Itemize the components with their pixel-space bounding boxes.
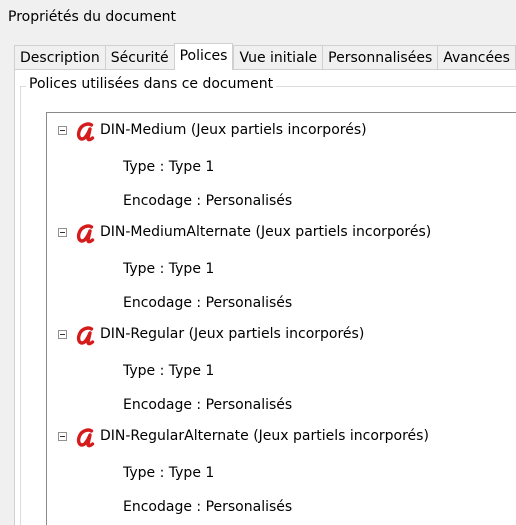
tab-custom[interactable]: Personnalisées (322, 45, 438, 70)
tab-advanced[interactable]: Avancées (437, 45, 516, 70)
font-node[interactable]: DIN-Regular (Jeux partiels incorporés) (47, 323, 516, 347)
fonts-tree[interactable]: DIN-Medium (Jeux partiels incorporés) Ty… (46, 112, 516, 525)
font-type-icon (76, 122, 95, 142)
tab-bar: Description Sécurité Polices Vue initial… (14, 43, 516, 70)
collapse-icon[interactable] (58, 126, 67, 135)
font-name: DIN-Medium (Jeux partiels incorporés) (100, 122, 367, 138)
font-encoding: Encodage : Personalisés (123, 499, 293, 515)
tab-description[interactable]: Description (14, 45, 105, 70)
font-type: Type : Type 1 (123, 261, 215, 277)
tab-initial-view[interactable]: Vue initiale (233, 45, 323, 70)
font-node[interactable]: DIN-RegularAlternate (Jeux partiels inco… (47, 425, 516, 449)
font-encoding: Encodage : Personalisés (123, 193, 293, 209)
font-encoding: Encodage : Personalisés (123, 397, 293, 413)
font-type-icon (76, 326, 95, 346)
font-name: DIN-Regular (Jeux partiels incorporés) (100, 326, 365, 342)
font-type: Type : Type 1 (123, 159, 215, 175)
font-name: DIN-RegularAlternate (Jeux partiels inco… (100, 428, 429, 444)
font-node[interactable]: DIN-MediumAlternate (Jeux partiels incor… (47, 221, 516, 245)
font-type-icon (76, 224, 95, 244)
document-properties-dialog: Propriétés du document Description Sécur… (0, 0, 516, 525)
tab-fonts[interactable]: Polices (173, 43, 234, 70)
collapse-icon[interactable] (58, 228, 67, 237)
font-name: DIN-MediumAlternate (Jeux partiels incor… (100, 224, 432, 240)
font-type: Type : Type 1 (123, 363, 215, 379)
font-type: Type : Type 1 (123, 465, 215, 481)
collapse-icon[interactable] (58, 432, 67, 441)
collapse-icon[interactable] (58, 330, 67, 339)
font-encoding: Encodage : Personalisés (123, 295, 293, 311)
font-type-icon (76, 428, 95, 448)
font-node[interactable]: DIN-Medium (Jeux partiels incorporés) (47, 119, 516, 143)
dialog-title: Propriétés du document (8, 9, 177, 25)
tab-security[interactable]: Sécurité (104, 45, 174, 70)
fonts-group-label: Polices utilisées dans ce document (26, 76, 277, 92)
